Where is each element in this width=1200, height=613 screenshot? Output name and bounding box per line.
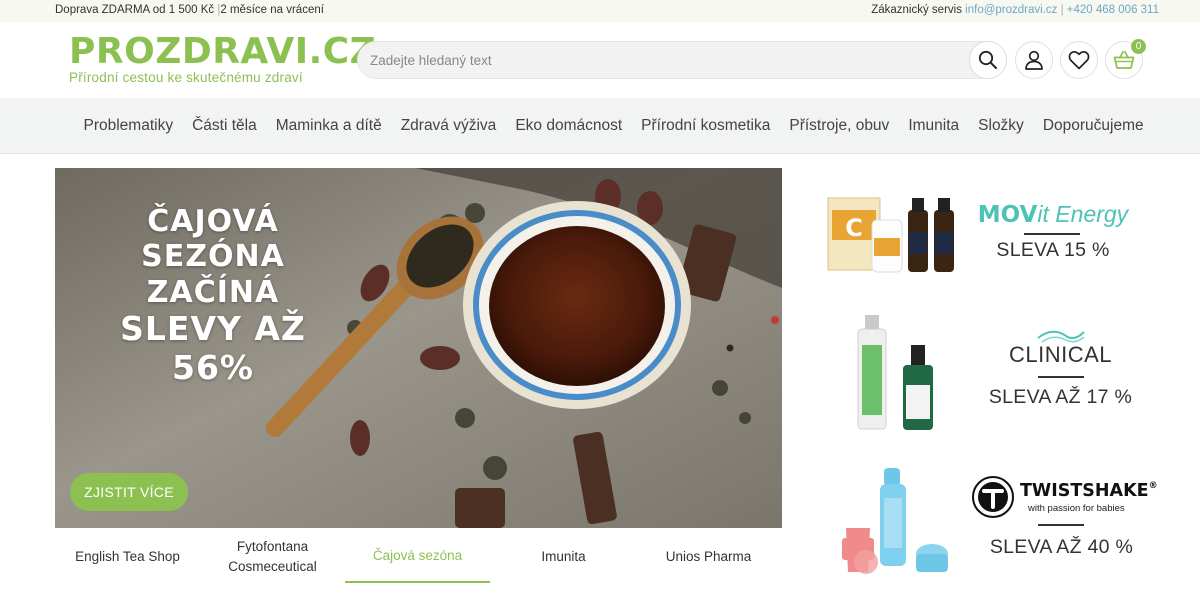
twistshake-brand-name: TWISTSHAKE — [1020, 481, 1149, 501]
top-bar: Doprava ZDARMA od 1 500 Kč | 2 měsíce na … — [0, 0, 1200, 22]
nav-item-prirodni-kosmetika[interactable]: Přírodní kosmetika — [632, 117, 780, 135]
svg-text:C: C — [845, 214, 863, 242]
search-icon — [978, 50, 997, 69]
customer-service-label: Zákaznický servis — [871, 4, 962, 16]
movit-brand-logo: MOVit Energy — [968, 201, 1138, 228]
clinical-sale-text: SLEVA AŽ 17 % — [988, 386, 1133, 408]
tab-label-line-2: Cosmeceutical — [228, 558, 317, 574]
clinical-brand-name: CLINICAL — [1008, 342, 1113, 367]
promo-twistshake[interactable]: TWISTSHAKE® with passion for babies SLEV… — [808, 460, 1200, 590]
hero-line-2: začíná — [146, 274, 280, 310]
hero-cta-button[interactable]: ZJISTIT VÍCE — [70, 473, 188, 511]
movit-products-image: C — [827, 197, 954, 273]
contact-info: Zákaznický servis info@prozdravi.cz | +4… — [871, 4, 1159, 16]
account-button[interactable] — [1015, 41, 1053, 79]
nav-item-eko-domacnost[interactable]: Eko domácnost — [506, 117, 632, 135]
nav-item-casti-tela[interactable]: Části těla — [183, 117, 267, 135]
clinical-products-image: KERATIN — [857, 315, 933, 430]
user-icon — [1025, 50, 1043, 70]
nav-item-maminka-a-dite[interactable]: Maminka a dítě — [266, 117, 391, 135]
nav-item-doporucujeme[interactable]: Doporučujeme — [1033, 117, 1153, 135]
nav-item-slozky[interactable]: Složky — [969, 117, 1034, 135]
twistshake-tagline: with passion for babies — [1028, 503, 1125, 514]
movit-sale-text: SLEVA 15 % — [996, 239, 1110, 261]
twistshake-sale-text: SLEVA AŽ 40 % — [989, 536, 1134, 558]
nav-item-pristroje-obuv[interactable]: Přístroje, obuv — [780, 117, 899, 135]
tab-english-tea-shop[interactable]: English Tea Shop — [55, 530, 200, 583]
shipping-info: Doprava ZDARMA od 1 500 Kč |2 měsíce na … — [55, 4, 324, 16]
nav-item-imunita[interactable]: Imunita — [899, 117, 969, 135]
search-button[interactable] — [969, 41, 1007, 79]
clinical-brand-logo: CLINICAL — [983, 328, 1138, 368]
nav-list: Problematiky Části těla Maminka a dítě Z… — [74, 98, 1153, 154]
divider — [1024, 233, 1080, 235]
hero-line-3: slevy až 56% — [120, 309, 306, 388]
registered-mark: ® — [1148, 481, 1158, 491]
nav-item-zdrava-vyziva[interactable]: Zdravá výživa — [391, 117, 506, 135]
tab-label: Unios Pharma — [665, 548, 752, 564]
search-bar — [357, 41, 1007, 79]
tab-fytofontana[interactable]: Fytofontana Cosmeceutical — [200, 530, 345, 583]
hero-banner[interactable]: Čajová sezóna začíná slevy až 56% ZJISTI… — [55, 168, 782, 528]
basket-icon — [1113, 50, 1135, 69]
divider — [1038, 524, 1084, 526]
returns-text: 2 měsíce na vrácení — [220, 4, 324, 16]
twistshake-products-image — [842, 468, 948, 574]
email-link[interactable]: info@prozdravi.cz — [965, 4, 1057, 16]
search-input[interactable] — [370, 42, 960, 78]
cart-button[interactable]: 0 — [1105, 39, 1146, 79]
logo-tagline: Přírodní cestou ke skutečnému zdraví — [69, 70, 303, 85]
tab-label: Čajová sezóna — [372, 547, 463, 563]
hero-line-1: Čajová sezóna — [141, 204, 285, 275]
site-logo[interactable]: PROZDRAVI.CZ Přírodní cestou ke skutečné… — [69, 31, 377, 86]
movit-brand-bold: MOV — [977, 202, 1038, 228]
divider — [1038, 376, 1084, 378]
wishlist-button[interactable] — [1060, 41, 1098, 79]
cart-count-badge: 0 — [1131, 39, 1146, 54]
tab-label: Imunita — [541, 548, 586, 564]
tab-cajova-sezona[interactable]: Čajová sezóna — [345, 530, 490, 583]
tab-unios-pharma[interactable]: Unios Pharma — [636, 530, 781, 583]
hero-tabs: English Tea Shop Fytofontana Cosmeceutic… — [55, 530, 782, 585]
tab-imunita[interactable]: Imunita — [491, 530, 636, 583]
phone-link[interactable]: +420 468 006 311 — [1067, 4, 1159, 16]
heart-icon — [1068, 50, 1090, 70]
logo-wordmark: PROZDRAVI.CZ — [69, 31, 377, 72]
promo-movit[interactable]: C MOVit Energy SLEVA 15 % — [808, 175, 1200, 305]
tab-label: English Tea Shop — [75, 548, 180, 564]
tab-label: Fytofontana Cosmeceutical — [228, 537, 317, 577]
hero-headline: Čajová sezóna začíná slevy až 56% — [73, 204, 353, 388]
twistshake-t-icon — [972, 476, 1014, 518]
tab-label-line-1: Fytofontana — [236, 538, 309, 554]
divider: | — [1060, 4, 1064, 16]
nav-item-problematiky[interactable]: Problematiky — [74, 117, 183, 135]
free-shipping-text: Doprava ZDARMA od 1 500 Kč — [55, 4, 215, 16]
main-navigation: Problematiky Části těla Maminka a dítě Z… — [0, 98, 1200, 154]
movit-brand-italic: it Energy — [1037, 201, 1129, 227]
promo-clinical[interactable]: KERATIN CLINICAL SLEVA AŽ 17 % — [808, 310, 1200, 440]
